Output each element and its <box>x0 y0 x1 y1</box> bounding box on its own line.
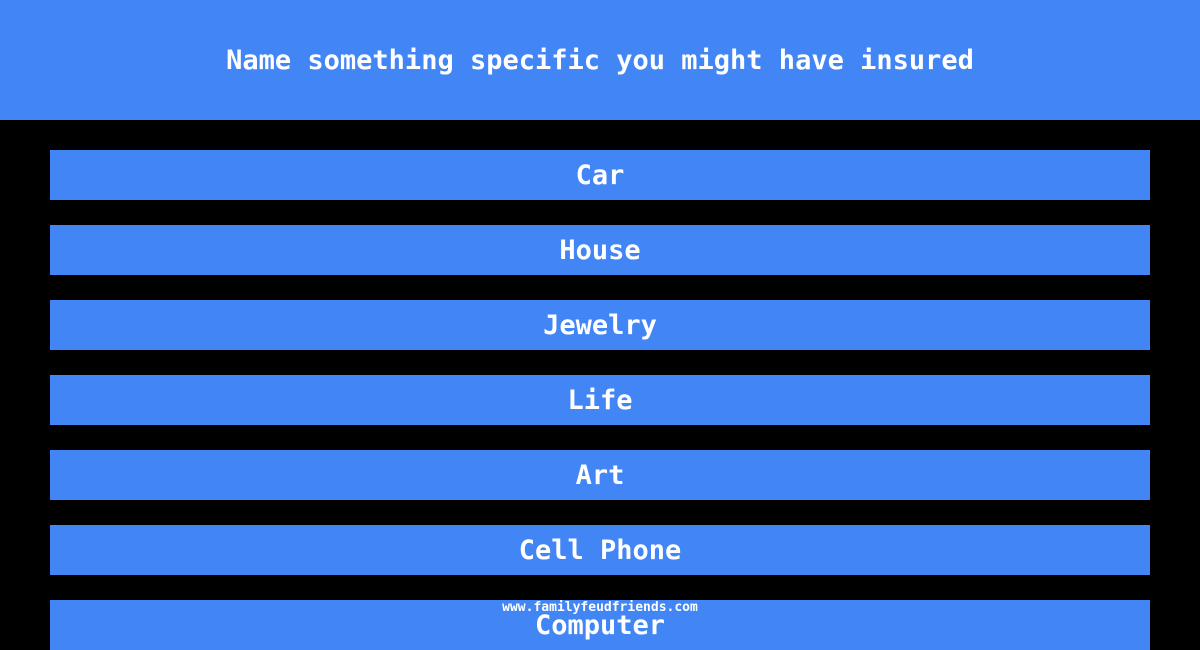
answer-bar: Jewelry <box>50 300 1150 350</box>
watermark-url: www.familyfeudfriends.com <box>502 600 698 615</box>
answer-bar: Life <box>50 375 1150 425</box>
question-text: Name something specific you might have i… <box>226 44 974 76</box>
answer-bar: Cell Phone <box>50 525 1150 575</box>
answer-bar: House <box>50 225 1150 275</box>
answer-bar: Car <box>50 150 1150 200</box>
answer-bar: Art <box>50 450 1150 500</box>
question-banner: Name something specific you might have i… <box>0 0 1200 120</box>
